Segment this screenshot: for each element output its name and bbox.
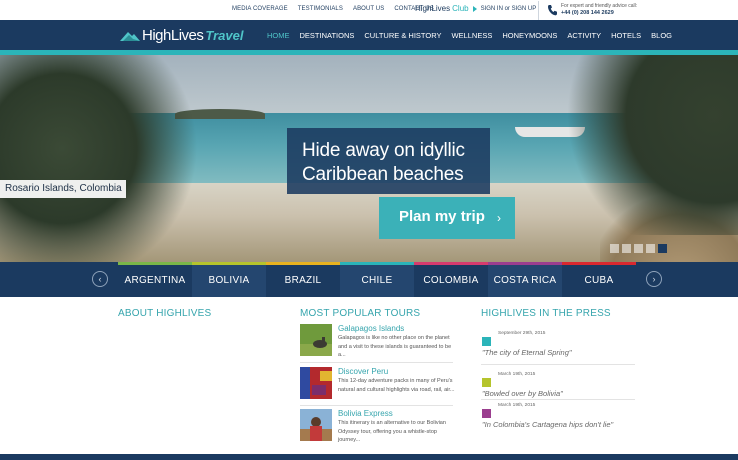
tour-description: Galapagos is like no other place on the … bbox=[338, 335, 452, 358]
tour-thumbnail bbox=[300, 367, 332, 399]
country-color-bar bbox=[488, 262, 562, 265]
nav-culture-history[interactable]: CULTURE & HISTORY bbox=[364, 31, 441, 40]
media-coverage-link[interactable]: MEDIA COVERAGE bbox=[232, 6, 288, 12]
hero-headline: Hide away on idyllic Caribbean beaches bbox=[287, 128, 490, 194]
headline-line-1: Hide away on idyllic bbox=[302, 140, 465, 161]
slide-dot[interactable] bbox=[634, 244, 643, 253]
tour-thumbnail bbox=[300, 324, 332, 356]
chevron-left-icon[interactable]: ‹ bbox=[92, 271, 108, 287]
tour-item[interactable]: Bolivia Express This itinerary is an alt… bbox=[300, 409, 460, 445]
footer-bar bbox=[0, 454, 738, 460]
logo-primary: HighLives bbox=[142, 27, 204, 44]
slide-dot[interactable] bbox=[646, 244, 655, 253]
country-argentina[interactable]: ARGENTINA bbox=[118, 262, 192, 297]
utility-links: MEDIA COVERAGE TESTIMONIALS ABOUT US CON… bbox=[232, 6, 444, 12]
utility-bar: MEDIA COVERAGE TESTIMONIALS ABOUT US CON… bbox=[0, 0, 738, 20]
country-cuba[interactable]: CUBA bbox=[562, 262, 636, 297]
country-name: COSTA RICA bbox=[493, 275, 557, 286]
country-strip: ‹ ARGENTINA BOLIVIA BRAZIL CHILE COLOMBI… bbox=[0, 262, 738, 297]
club-brand: HighLives bbox=[415, 4, 451, 13]
country-costa-rica[interactable]: COSTA RICA bbox=[488, 262, 562, 297]
tour-thumbnail bbox=[300, 409, 332, 441]
divider bbox=[300, 362, 453, 363]
press-date: March 19th, 2015 bbox=[498, 372, 536, 377]
logo-secondary: Travel bbox=[205, 28, 244, 43]
country-color-bar bbox=[192, 262, 266, 265]
country-name: CUBA bbox=[584, 275, 614, 286]
chevron-right-icon: › bbox=[497, 211, 501, 225]
tour-title[interactable]: Discover Peru bbox=[338, 367, 388, 376]
divider bbox=[300, 405, 453, 406]
divider bbox=[481, 399, 635, 400]
tour-description: This 12-day adventure packs in many of P… bbox=[338, 378, 455, 393]
advice-contact: For expert and friendly advice call: +44… bbox=[538, 1, 738, 20]
country-color-bar bbox=[340, 262, 414, 265]
slide-dot[interactable] bbox=[610, 244, 619, 253]
country-name: ARGENTINA bbox=[124, 275, 186, 286]
country-color-bar bbox=[562, 262, 636, 265]
nav-activity[interactable]: ACTIVITY bbox=[567, 31, 601, 40]
testimonials-link[interactable]: TESTIMONIALS bbox=[298, 6, 343, 12]
highlives-club[interactable]: HighLives Club SIGN IN or SIGN UP bbox=[415, 4, 536, 13]
press-title: HIGHLIVES IN THE PRESS bbox=[481, 308, 611, 319]
club-accent: Club bbox=[452, 4, 469, 13]
press-date: September 29th, 2015 bbox=[498, 331, 546, 336]
country-name: BRAZIL bbox=[284, 275, 322, 286]
nav-hotels[interactable]: HOTELS bbox=[611, 31, 641, 40]
nav-honeymoons[interactable]: HONEYMOONS bbox=[502, 31, 557, 40]
nav-wellness[interactable]: WELLNESS bbox=[451, 31, 492, 40]
play-arrow-icon bbox=[472, 5, 477, 12]
plan-my-trip-label: Plan my trip bbox=[399, 208, 485, 225]
slide-dot[interactable] bbox=[622, 244, 631, 253]
primary-nav: HOME DESTINATIONS CULTURE & HISTORY WELL… bbox=[262, 31, 677, 40]
hero-foliage-right bbox=[560, 55, 738, 235]
country-name: BOLIVIA bbox=[208, 275, 250, 286]
about-us-link[interactable]: ABOUT US bbox=[353, 6, 384, 12]
plan-my-trip-button[interactable]: Plan my trip › bbox=[379, 197, 515, 239]
country-color-bar bbox=[118, 262, 192, 265]
country-name: COLOMBIA bbox=[423, 275, 479, 286]
press-quote[interactable]: "The city of Eternal Spring" bbox=[482, 348, 572, 357]
location-text: Rosario Islands, Colombia bbox=[5, 183, 122, 194]
tour-description: This itinerary is an alternative to our … bbox=[338, 420, 446, 443]
tour-title[interactable]: Bolivia Express bbox=[338, 409, 393, 418]
divider bbox=[481, 364, 635, 365]
headline-line-2: Caribbean beaches bbox=[302, 164, 464, 185]
country-brazil[interactable]: BRAZIL bbox=[266, 262, 340, 297]
press-quote[interactable]: "Bowled over by Bolivia" bbox=[482, 389, 563, 398]
nav-blog[interactable]: BLOG bbox=[651, 31, 672, 40]
sign-in-link[interactable]: SIGN IN or SIGN UP bbox=[481, 6, 537, 12]
logo-mountain-icon bbox=[120, 31, 140, 41]
phone-number[interactable]: +44 (0) 208 144 2629 bbox=[561, 10, 614, 16]
slide-indicators bbox=[610, 244, 667, 253]
advice-text: For expert and friendly advice call: bbox=[561, 3, 638, 9]
about-highlives-title[interactable]: ABOUT HIGHLIVES bbox=[118, 308, 211, 319]
hero-banner: Rosario Islands, Colombia Hide away on i… bbox=[0, 55, 738, 262]
country-name: CHILE bbox=[361, 275, 393, 286]
press-color-marker bbox=[482, 378, 491, 387]
country-chile[interactable]: CHILE bbox=[340, 262, 414, 297]
press-color-marker bbox=[482, 337, 491, 346]
press-color-marker bbox=[482, 409, 491, 418]
country-color-bar bbox=[266, 262, 340, 265]
country-colombia[interactable]: COLOMBIA bbox=[414, 262, 488, 297]
main-navbar: HighLives Travel HOME DESTINATIONS CULTU… bbox=[0, 20, 738, 52]
slide-dot-active[interactable] bbox=[658, 244, 667, 253]
phone-icon bbox=[548, 5, 557, 16]
tour-item[interactable]: Galapagos Islands Galapagos is like no o… bbox=[300, 324, 460, 360]
press-date: March 19th, 2015 bbox=[498, 403, 536, 408]
country-color-bar bbox=[414, 262, 488, 265]
tour-item[interactable]: Discover Peru This 12-day adventure pack… bbox=[300, 367, 460, 403]
hero-foliage-left bbox=[0, 55, 200, 262]
country-bolivia[interactable]: BOLIVIA bbox=[192, 262, 266, 297]
press-quote[interactable]: "In Colombia's Cartagena hips don't lie" bbox=[482, 420, 613, 429]
tour-title[interactable]: Galapagos Islands bbox=[338, 324, 404, 333]
nav-destinations[interactable]: DESTINATIONS bbox=[300, 31, 355, 40]
nav-home[interactable]: HOME bbox=[267, 31, 290, 40]
location-label: Rosario Islands, Colombia bbox=[0, 180, 126, 198]
site-logo[interactable]: HighLives Travel bbox=[120, 27, 243, 44]
chevron-right-icon[interactable]: › bbox=[646, 271, 662, 287]
popular-tours-title: MOST POPULAR TOURS bbox=[300, 308, 421, 319]
